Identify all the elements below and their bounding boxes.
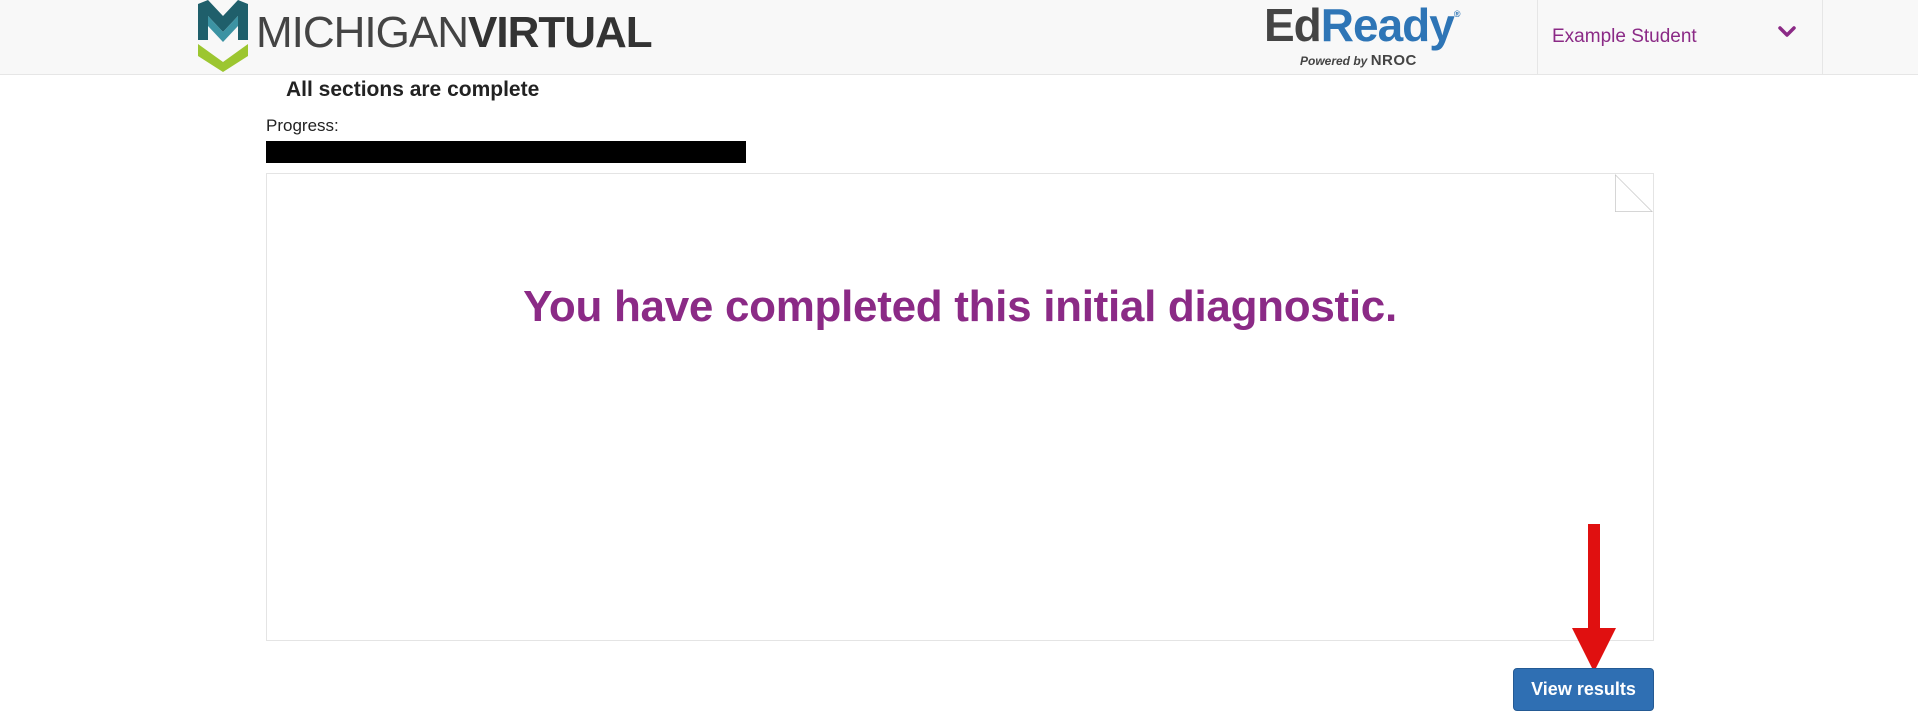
michigan-virtual-mark-icon (198, 0, 248, 72)
folded-corner-icon (1615, 174, 1653, 212)
edready-ed-text: Ed (1264, 0, 1322, 51)
edready-ready-text: Ready (1320, 0, 1455, 51)
edready-wordmark: EdReady® (1264, 2, 1464, 48)
progress-label: Progress: (266, 116, 339, 135)
registered-mark: ® (1453, 9, 1461, 19)
view-results-button[interactable]: View results (1513, 668, 1654, 711)
user-name: Example Student (1552, 26, 1697, 47)
red-arrow-down-icon (1572, 524, 1616, 672)
powered-by-text: Powered by (1300, 54, 1368, 68)
progress-bar-fill (266, 141, 746, 163)
logo-michigan-text: MICHIGAN (256, 8, 469, 57)
completion-message: You have completed this initial diagnost… (523, 282, 1397, 331)
user-menu-dropdown[interactable]: Example Student (1537, 0, 1823, 74)
logo-virtual-text: VIRTUAL (468, 8, 653, 57)
progress-bar (266, 141, 746, 163)
michigan-virtual-wordmark: MICHIGANVIRTUAL (256, 8, 653, 57)
diagnostic-content-panel: You have completed this initial diagnost… (266, 173, 1654, 641)
powered-by-nroc: Powered by NROC (1300, 52, 1417, 69)
michigan-virtual-logo[interactable]: MICHIGANVIRTUAL (196, 0, 653, 72)
chevron-down-icon[interactable] (1778, 26, 1796, 38)
top-navigation-bar: MICHIGANVIRTUAL EdReady® Powered by NROC… (0, 0, 1918, 75)
edready-logo: EdReady® Powered by NROC (1264, 2, 1464, 70)
section-status-heading: All sections are complete (286, 78, 540, 101)
nroc-text: NROC (1370, 52, 1417, 69)
